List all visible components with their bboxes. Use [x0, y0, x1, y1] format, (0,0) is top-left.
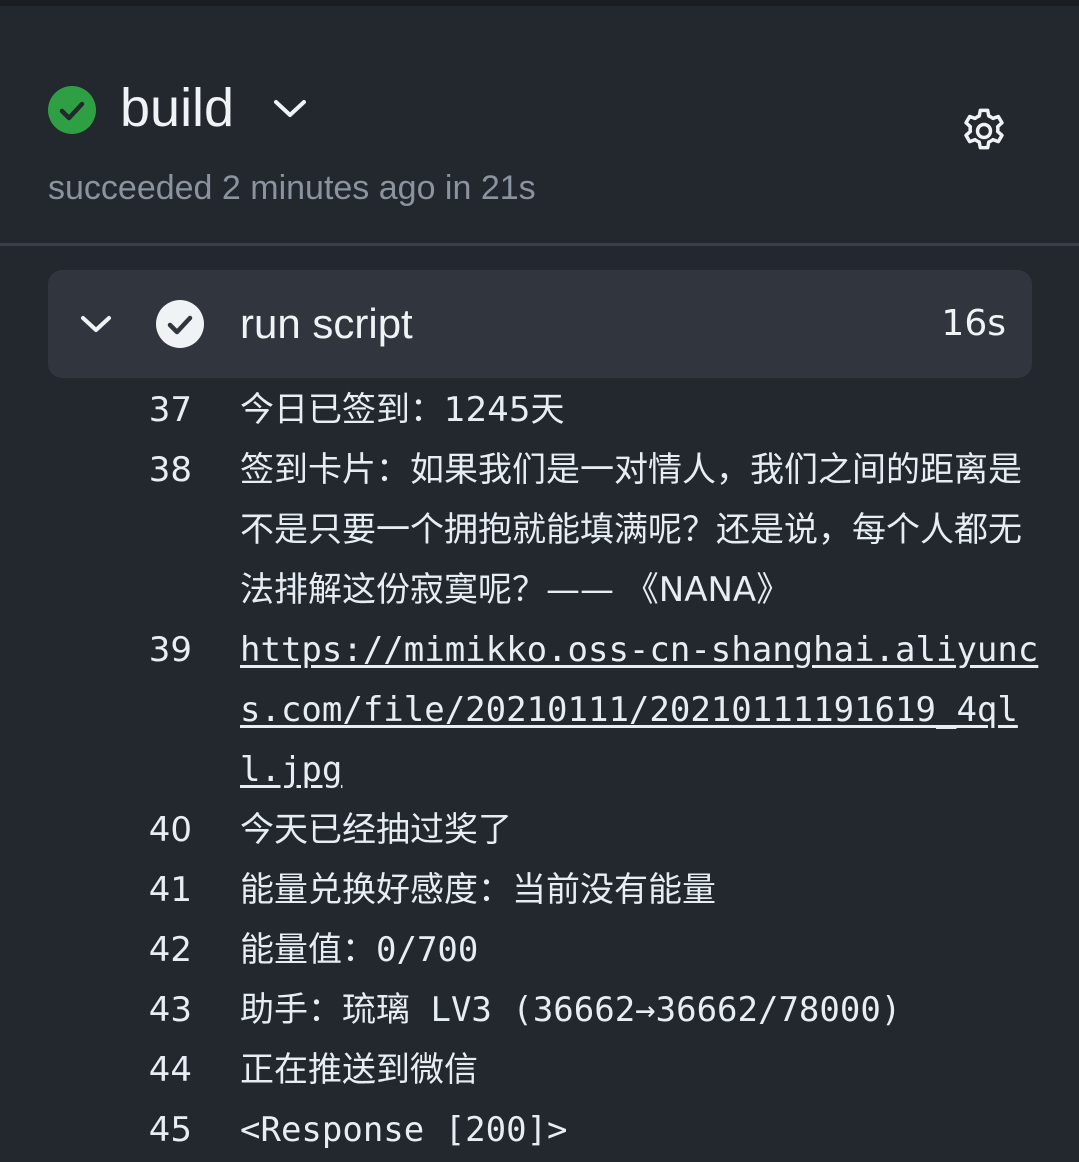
log-text: 今天已经抽过奖了	[240, 810, 512, 850]
log-line: 40 今天已经抽过奖了	[0, 800, 1079, 860]
log-text: 助手：琉璃 LV3 (36662→36662/78000)	[240, 990, 902, 1030]
log-line: 45 <Response [200]>	[0, 1100, 1079, 1160]
log-text: 正在推送到微信	[240, 1050, 478, 1090]
job-header: build succeeded 2 minutes ago in 21s	[0, 6, 1079, 243]
line-number[interactable]: 39	[0, 620, 192, 680]
line-number[interactable]: 38	[0, 440, 192, 500]
step-label: run script	[240, 300, 413, 347]
line-number[interactable]: 37	[0, 380, 192, 440]
log-text: https://mimikko.oss-cn-shanghai.aliyuncs…	[240, 620, 1040, 800]
log-link[interactable]: https://mimikko.oss-cn-shanghai.aliyuncs…	[240, 630, 1038, 790]
step-success-check-icon	[156, 300, 204, 348]
line-number[interactable]: 43	[0, 980, 192, 1040]
line-number[interactable]: 45	[0, 1100, 192, 1160]
step-duration: 16s	[941, 303, 1006, 344]
success-check-icon	[48, 86, 96, 134]
job-title: build	[120, 78, 235, 138]
log-line: 43 助手：琉璃 LV3 (36662→36662/78000)	[0, 980, 1079, 1040]
log-text: 今日已签到：1245天	[240, 390, 565, 430]
line-number[interactable]: 42	[0, 920, 192, 980]
chevron-down-icon[interactable]	[272, 96, 308, 120]
line-number[interactable]: 44	[0, 1040, 192, 1100]
gear-icon[interactable]	[958, 105, 1010, 157]
line-number[interactable]: 40	[0, 800, 192, 860]
log-text: 签到卡片：如果我们是一对情人，我们之间的距离是不是只要一个拥抱就能填满呢？还是说…	[240, 450, 1022, 610]
job-status-text: succeeded 2 minutes ago in 21s	[48, 169, 536, 207]
header-divider	[0, 243, 1079, 246]
log-text: 能量值：0/700	[240, 930, 479, 970]
log-text: 能量兑换好感度：当前没有能量	[240, 870, 716, 910]
log-line: 38 签到卡片：如果我们是一对情人，我们之间的距离是不是只要一个拥抱就能填满呢？…	[0, 440, 1079, 620]
log-line: 44 正在推送到微信	[0, 1040, 1079, 1100]
log-text: <Response [200]>	[240, 1110, 568, 1150]
log-line: 41 能量兑换好感度：当前没有能量	[0, 860, 1079, 920]
log-line: 37 今日已签到：1245天	[0, 380, 1079, 440]
log-output: 37 今日已签到：1245天 38 签到卡片：如果我们是一对情人，我们之间的距离…	[0, 380, 1079, 1160]
log-line: 42 能量值：0/700	[0, 920, 1079, 980]
chevron-down-icon[interactable]	[78, 312, 114, 336]
log-line: 39 https://mimikko.oss-cn-shanghai.aliyu…	[0, 620, 1079, 800]
line-number[interactable]: 41	[0, 860, 192, 920]
step-run-script[interactable]: run script 16s	[48, 270, 1032, 378]
